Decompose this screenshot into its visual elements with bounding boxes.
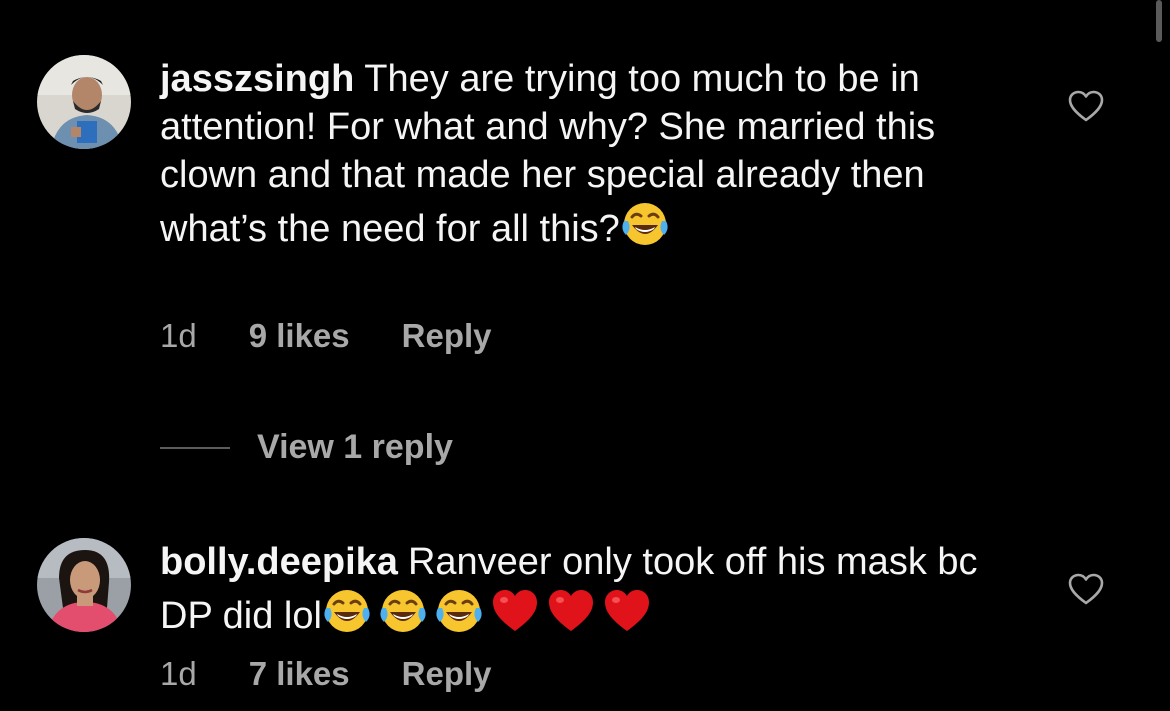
view-replies-label: View 1 reply <box>257 428 453 466</box>
face-with-tears-of-joy-icon <box>434 586 484 636</box>
reply-button[interactable]: Reply <box>402 655 492 693</box>
like-heart-icon[interactable] <box>1067 572 1105 606</box>
comment-timestamp: 1d <box>160 655 197 692</box>
comment-likes-count[interactable]: 7 likes <box>249 655 350 693</box>
red-heart-icon <box>602 586 652 636</box>
red-heart-icon <box>490 586 540 636</box>
comment-username[interactable]: jasszsingh <box>160 58 354 100</box>
face-with-tears-of-joy-icon <box>378 586 428 636</box>
like-heart-icon[interactable] <box>1067 89 1105 123</box>
face-with-tears-of-joy-icon <box>322 586 372 636</box>
red-heart-icon <box>546 586 596 636</box>
comment-meta: 1d 7 likes Reply <box>160 655 492 693</box>
comment-text: jasszsingh They are trying too much to be… <box>160 55 1020 253</box>
avatar[interactable] <box>37 55 131 149</box>
view-replies-button[interactable]: View 1 reply <box>160 428 453 467</box>
comment-meta: 1d 9 likes Reply <box>160 317 492 355</box>
view-replies-divider <box>160 446 230 449</box>
scrollbar[interactable] <box>1156 0 1162 42</box>
comment-likes-count[interactable]: 9 likes <box>249 317 350 355</box>
comment-username[interactable]: bolly.deepika <box>160 541 398 583</box>
avatar[interactable] <box>37 538 131 632</box>
comment-timestamp: 1d <box>160 317 197 354</box>
reply-button[interactable]: Reply <box>402 317 492 355</box>
face-with-tears-of-joy-icon <box>620 199 670 249</box>
comment-text: bolly.deepika Ranveer only took off his m… <box>160 538 1020 640</box>
